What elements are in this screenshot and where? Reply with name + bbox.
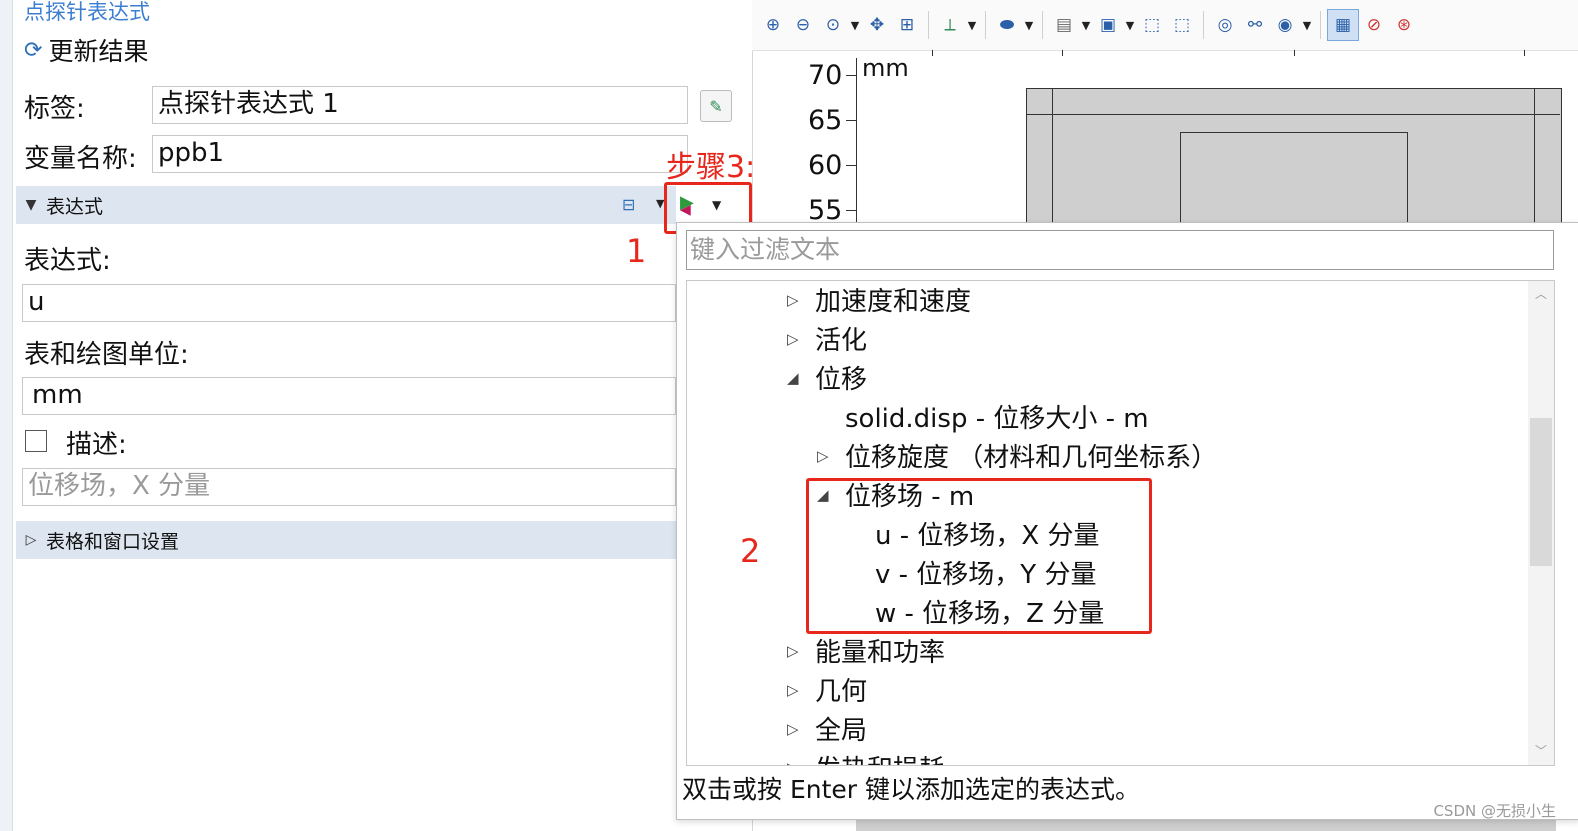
expression-input[interactable]: u (22, 284, 676, 322)
expand-arrow-icon[interactable]: ▷ (787, 642, 799, 660)
tree-item[interactable]: 能量和功率 (815, 634, 945, 672)
table-settings-label: 表格和窗口设置 (46, 530, 180, 553)
label-caption: 标签: (24, 94, 85, 124)
chevron-down-icon[interactable]: ▼ (1300, 10, 1314, 40)
refresh-icon: ⟳ (24, 37, 43, 63)
clear-icon[interactable]: ⊘ (1359, 10, 1389, 40)
hide-icon[interactable]: ◎ (1210, 10, 1240, 40)
toolbar-divider (1320, 11, 1321, 39)
filter-input[interactable]: 键入过滤文本 (686, 230, 1554, 270)
unit-select[interactable]: mm (22, 377, 676, 415)
annotation-step3: 步骤3: (666, 150, 756, 185)
varname-caption: 变量名称: (24, 144, 137, 174)
view-icon[interactable]: ◉ (1270, 10, 1300, 40)
x-tick (1062, 50, 1063, 56)
expand-icon: ▷ (25, 532, 37, 548)
axis-orientation-icon[interactable]: ⟂ (935, 10, 965, 40)
collapse-icon: ▼ (25, 197, 37, 213)
expression-caption: 表达式: (24, 246, 111, 276)
watermark: CSDN @无损小生 (1433, 802, 1556, 820)
deselect-box-icon[interactable]: ⬚ (1167, 10, 1197, 40)
expand-arrow-icon[interactable]: ▷ (787, 720, 799, 738)
y-axis-line (856, 58, 857, 228)
tree-item[interactable]: 几何 (815, 673, 867, 711)
label-input[interactable]: 点探针表达式 1 (152, 86, 688, 124)
expand-arrow-icon[interactable]: ▷ (787, 291, 799, 309)
zoom-selected-icon[interactable]: ⊞ (892, 10, 922, 40)
y-tick-label: 65 (808, 105, 843, 136)
toolbar-divider (928, 11, 929, 39)
panel-title: 点探针表达式 (24, 0, 150, 24)
expand-arrow-icon[interactable]: ▷ (787, 330, 799, 348)
tree-item[interactable]: 全局 (815, 712, 867, 750)
graphics-toolbar: ⊕ ⊖ ⊙ ▼ ✥ ⊞ ⟂ ▼ ⬬ ▼ ▤ ▼ ▣ ▼ ⬚ ⬚ ◎ ⚯ ◉ ▼ … (752, 0, 1578, 51)
toolbar-divider (1042, 11, 1043, 39)
chevron-down-icon[interactable]: ▼ (1123, 10, 1137, 40)
print-icon[interactable]: ▤ (1049, 10, 1079, 40)
select-box-icon[interactable]: ⬚ (1137, 10, 1167, 40)
axis-unit-label: mm (862, 54, 909, 82)
panel-edge (0, 0, 13, 831)
tree-item[interactable]: solid.disp - 位移大小 - m (845, 400, 1149, 438)
y-tick (846, 165, 856, 166)
connect-icon[interactable]: ⚯ (1240, 10, 1270, 40)
chevron-down-icon[interactable]: ▼ (1079, 10, 1093, 40)
varname-input[interactable]: ppb1 (152, 135, 688, 173)
y-tick (846, 120, 856, 121)
comment-icon[interactable]: ✎ (700, 90, 732, 122)
scroll-up-icon[interactable]: ︿ (1535, 285, 1547, 302)
y-tick-label: 60 (808, 150, 843, 181)
camera-icon[interactable]: ▣ (1093, 10, 1123, 40)
expression-section-label: 表达式 (46, 195, 104, 218)
tree-item[interactable]: 发热和损耗 (815, 751, 945, 765)
y-tick (846, 75, 856, 76)
geometry-edge (1026, 114, 1560, 115)
description-caption: 描述: (66, 430, 127, 460)
description-input[interactable]: 位移场，X 分量 (22, 468, 676, 506)
scrollbar-thumb[interactable] (1530, 418, 1552, 566)
insert-expression-icon[interactable]: ⊟ (622, 195, 635, 214)
toolbar-divider (1203, 11, 1204, 39)
x-tick (1294, 50, 1295, 56)
tree-item[interactable]: 位移旋度 （材料和几何坐标系） (845, 439, 1217, 477)
description-checkbox[interactable] (25, 430, 47, 452)
annotation-1: 1 (626, 232, 647, 270)
toolbar-divider (985, 11, 986, 39)
chevron-down-icon[interactable]: ▼ (965, 10, 979, 40)
geometry-edge (1534, 88, 1535, 238)
zoom-box-icon[interactable]: ⊙ (818, 10, 848, 40)
zoom-in-icon[interactable]: ⊕ (758, 10, 788, 40)
tree-item[interactable]: 位移 (815, 361, 867, 399)
unit-caption: 表和绘图单位: (24, 340, 189, 370)
tree-item[interactable]: 加速度和速度 (815, 283, 971, 321)
collapse-arrow-icon[interactable]: ◢ (787, 369, 799, 387)
chevron-down-icon[interactable]: ▼ (1022, 10, 1036, 40)
x-tick (1524, 50, 1525, 56)
y-tick-label: 70 (808, 60, 843, 91)
chevron-down-icon[interactable]: ▼ (848, 10, 862, 40)
x-tick (932, 50, 933, 56)
geometry-edge (1052, 88, 1053, 238)
scene-light-icon[interactable]: ⬬ (992, 10, 1022, 40)
expression-section-header[interactable]: ▼ 表达式 ⊟ ▼ (16, 186, 676, 224)
settings-panel: 点探针表达式 ⟳ 更新结果 标签: 点探针表达式 1 ✎ 变量名称: ppb1 … (0, 0, 732, 831)
annotation-box-step2 (806, 478, 1152, 634)
annotation-2: 2 (740, 532, 761, 570)
expand-arrow-icon[interactable]: ▷ (817, 447, 829, 465)
y-tick (846, 210, 856, 211)
refresh-results-button[interactable]: ⟳ 更新结果 (24, 32, 148, 68)
scroll-down-icon[interactable]: ﹀ (1535, 742, 1547, 759)
refresh-label: 更新结果 (48, 37, 149, 66)
zoom-out-icon[interactable]: ⊖ (788, 10, 818, 40)
tree-item[interactable]: 活化 (815, 322, 867, 360)
reset-icon[interactable]: ⊛ (1389, 10, 1419, 40)
zoom-extents-icon[interactable]: ✥ (862, 10, 892, 40)
table-settings-section-header[interactable]: ▷ 表格和窗口设置 (16, 521, 676, 559)
expand-arrow-icon[interactable]: ▷ (787, 681, 799, 699)
grid-icon[interactable]: ▦ (1327, 9, 1359, 41)
popup-hint: 双击或按 Enter 键以添加选定的表达式。 (682, 775, 1140, 804)
expand-arrow-icon[interactable]: ▷ (787, 759, 799, 765)
